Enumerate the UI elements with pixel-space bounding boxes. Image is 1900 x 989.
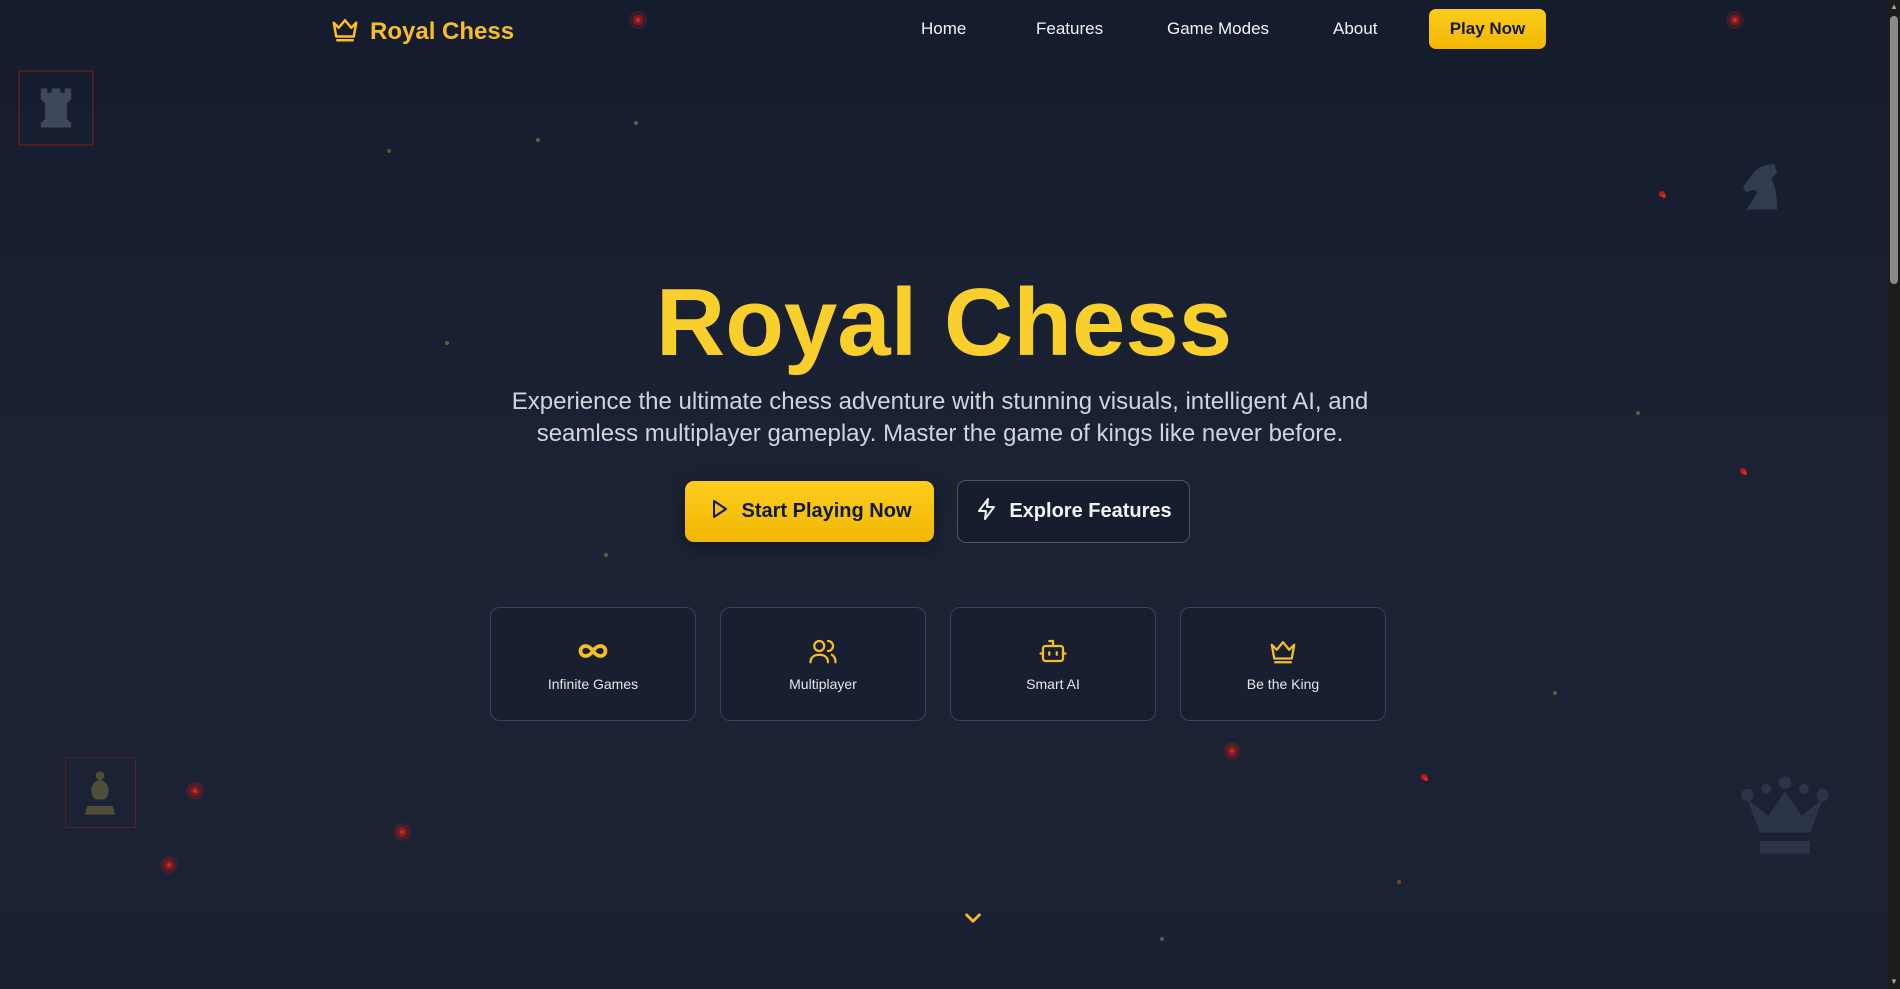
- crown-icon: [1268, 636, 1298, 666]
- hero-subtitle-line: Experience the ultimate chess adventure …: [511, 388, 1369, 415]
- feature-label: Be the King: [1246, 676, 1320, 692]
- feature-label: Smart AI: [1026, 676, 1080, 692]
- infinity-icon: [578, 636, 608, 666]
- scroll-up-arrow-icon[interactable]: ▲: [1888, 0, 1900, 14]
- bishop-icon: [74, 762, 126, 824]
- decor-dot: [1397, 880, 1401, 884]
- chevron-down-icon[interactable]: [960, 905, 986, 931]
- page: Royal Chess Home Features Game Modes Abo…: [0, 0, 1888, 989]
- decor-dot: [1659, 191, 1666, 198]
- decor-dot: [1636, 411, 1640, 415]
- start-playing-label: Start Playing Now: [741, 500, 912, 522]
- robot-icon: [1038, 636, 1068, 666]
- scrollbar-thumb[interactable]: [1890, 16, 1898, 284]
- play-icon: [707, 497, 731, 527]
- explore-features-label: Explore Features: [1009, 500, 1172, 522]
- nav-link-home[interactable]: Home: [921, 19, 966, 39]
- explore-features-button[interactable]: Explore Features: [957, 480, 1190, 543]
- decor-dot: [1227, 746, 1237, 756]
- decor-dot: [397, 827, 407, 837]
- decor-dot: [1421, 774, 1428, 781]
- queen-icon: [1730, 766, 1840, 866]
- decor-dot: [1160, 937, 1164, 941]
- feature-card-smart-ai[interactable]: Smart AI: [950, 607, 1156, 721]
- start-playing-button[interactable]: Start Playing Now: [685, 481, 934, 542]
- decor-dot: [190, 786, 200, 796]
- feature-card-be-the-king[interactable]: Be the King: [1180, 607, 1386, 721]
- play-now-button[interactable]: Play Now: [1429, 9, 1546, 49]
- feature-label: Multiplayer: [789, 676, 857, 692]
- nav-link-about[interactable]: About: [1333, 19, 1377, 39]
- decor-dot: [1553, 691, 1557, 695]
- lightning-icon: [975, 497, 999, 527]
- hero-subtitle: Experience the ultimate chess adventure …: [490, 386, 1390, 450]
- decor-dot: [1740, 468, 1747, 475]
- decor-dot: [604, 553, 608, 557]
- decor-dot: [387, 149, 391, 153]
- feature-card-infinite-games[interactable]: Infinite Games: [490, 607, 696, 721]
- nav-links: Home Features Game Modes About: [0, 19, 1888, 39]
- rook-icon: [30, 82, 82, 134]
- page-scrollbar[interactable]: ▲ ▼: [1888, 0, 1900, 989]
- decor-dot: [536, 138, 540, 142]
- scroll-down-arrow-icon[interactable]: ▼: [1888, 975, 1900, 989]
- top-nav: Royal Chess Home Features Game Modes Abo…: [0, 0, 1888, 58]
- feature-label: Infinite Games: [547, 676, 639, 692]
- hero-title: Royal Chess: [655, 269, 1233, 376]
- decor-dot: [164, 860, 174, 870]
- users-icon: [808, 636, 838, 666]
- decor-dot: [634, 121, 638, 125]
- nav-link-features[interactable]: Features: [1036, 19, 1103, 39]
- hero-subtitle-line: seamless multiplayer gameplay. Master th…: [536, 420, 1344, 447]
- feature-card-multiplayer[interactable]: Multiplayer: [720, 607, 926, 721]
- knight-icon: [1726, 145, 1794, 223]
- nav-link-game-modes[interactable]: Game Modes: [1167, 19, 1269, 39]
